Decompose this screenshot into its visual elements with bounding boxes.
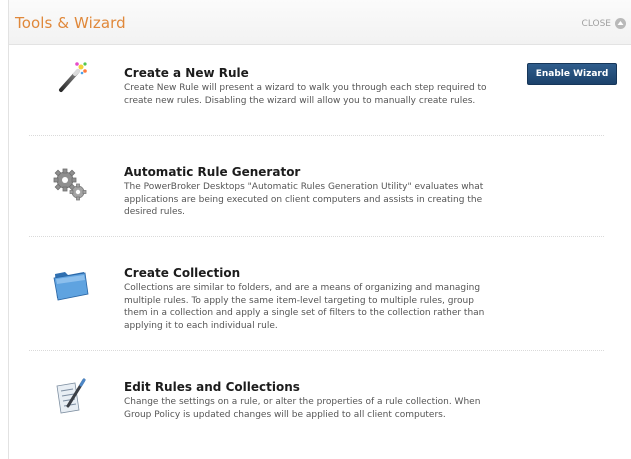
item-create-collection: Create Collection Collections are simila… [9,236,631,350]
item-automatic-rule-generator: Automatic Rule Generator The PowerBroker… [9,135,631,236]
row-title: Create a New Rule [124,66,249,80]
tools-wizard-panel: Tools & Wizard CLOSE Create a New Rule C… [8,0,631,459]
magic-wand-icon [51,58,91,98]
item-create-new-rule: Create a New Rule Create New Rule will p… [9,0,631,135]
gears-icon [51,165,91,205]
row-title: Create Collection [124,266,241,280]
enable-wizard-button[interactable]: Enable Wizard [527,63,617,85]
edit-document-icon [51,376,91,416]
item-edit-rules-collections: Edit Rules and Collections Change the se… [9,350,631,459]
folder-icon [51,264,91,304]
row-description: The PowerBroker Desktops "Automatic Rule… [124,182,484,217]
row-description: Create New Rule will present a wizard to… [124,83,487,106]
row-title: Edit Rules and Collections [124,380,300,394]
row-description: Change the settings on a rule, or alter … [124,397,481,420]
row-title: Automatic Rule Generator [124,165,301,179]
row-description: Collections are similar to folders, and … [124,283,485,331]
